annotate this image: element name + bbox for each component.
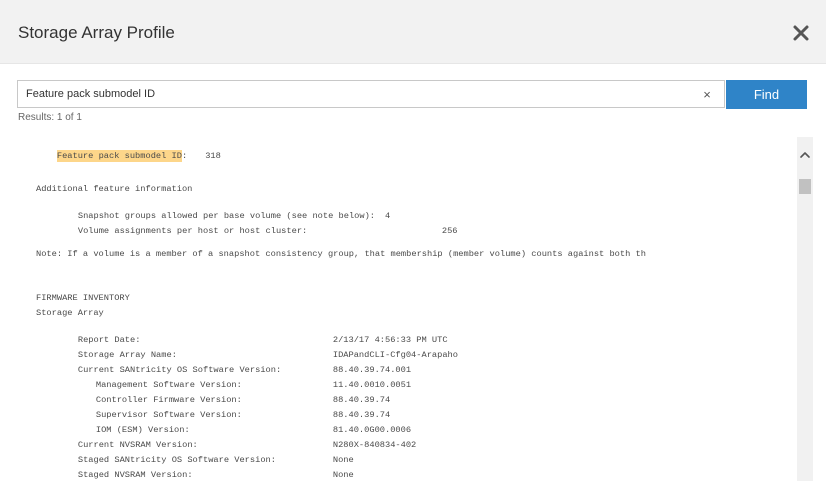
find-button[interactable]: Find (726, 80, 807, 109)
dialog-title: Storage Array Profile (18, 23, 175, 42)
scroll-thumb[interactable] (799, 179, 811, 194)
close-button[interactable] (786, 18, 816, 48)
dialog-header: Storage Array Profile (0, 0, 826, 64)
firmware-row: Current NVSRAM Version: N280X-840834-402 (57, 427, 416, 450)
firmware-inventory-header: FIRMWARE INVENTORY (36, 293, 130, 303)
search-highlight: Feature pack submodel ID (56, 150, 182, 162)
firmware-row-value: None (332, 470, 354, 480)
firmware-row: Supervisor Software Version: 88.40.39.74 (75, 397, 390, 420)
firmware-row: Storage Array Name: IDAPandCLI-Cfg04-Arap… (57, 337, 458, 360)
firmware-row: Report Date: 2/13/17 4:56:33 PM UTC (57, 322, 448, 345)
firmware-row: IOM (ESM) Version: 81.40.0G00.0006 (75, 412, 411, 435)
volume-assignments-label: Volume assignments per host or host clus… (77, 226, 308, 236)
firmware-row: Staged SANtricity OS Software Version: No… (57, 442, 354, 465)
firmware-row: Staged NVSRAM Version: None (57, 457, 354, 480)
profile-text-area: Feature pack submodel ID: 318 Additional … (19, 129, 797, 481)
firmware-row-label: Staged NVSRAM Version: (77, 470, 193, 480)
volume-assignments-line: Volume assignments per host or host clus… (57, 213, 458, 236)
snapshot-groups-line: Snapshot groups allowed per base volume … (57, 198, 390, 221)
firmware-row: Current SANtricity OS Software Version: 8… (57, 352, 411, 375)
storage-array-header: Storage Array (36, 308, 104, 318)
scroll-up-button[interactable] (797, 147, 813, 163)
profile-scrollbar[interactable] (797, 137, 813, 481)
additional-info-header: Additional feature information (36, 184, 193, 194)
feature-pack-value: 318 (205, 151, 221, 161)
firmware-row: Controller Firmware Version: 88.40.39.74 (75, 382, 390, 405)
feature-pack-line: Feature pack submodel ID: 318 (36, 138, 221, 162)
note-line: Note: If a volume is a member of a snaps… (36, 249, 646, 259)
search-results-count: Results: 1 of 1 (18, 112, 82, 123)
close-icon (793, 25, 809, 41)
clear-search-button[interactable]: × (694, 81, 720, 107)
firmware-row: Management Software Version: 11.40.0010.0… (75, 367, 411, 390)
feature-pack-separator: : (181, 151, 188, 161)
chevron-up-icon (800, 152, 810, 158)
search-input[interactable] (17, 80, 725, 108)
volume-assignments-value: 256 (441, 226, 458, 236)
